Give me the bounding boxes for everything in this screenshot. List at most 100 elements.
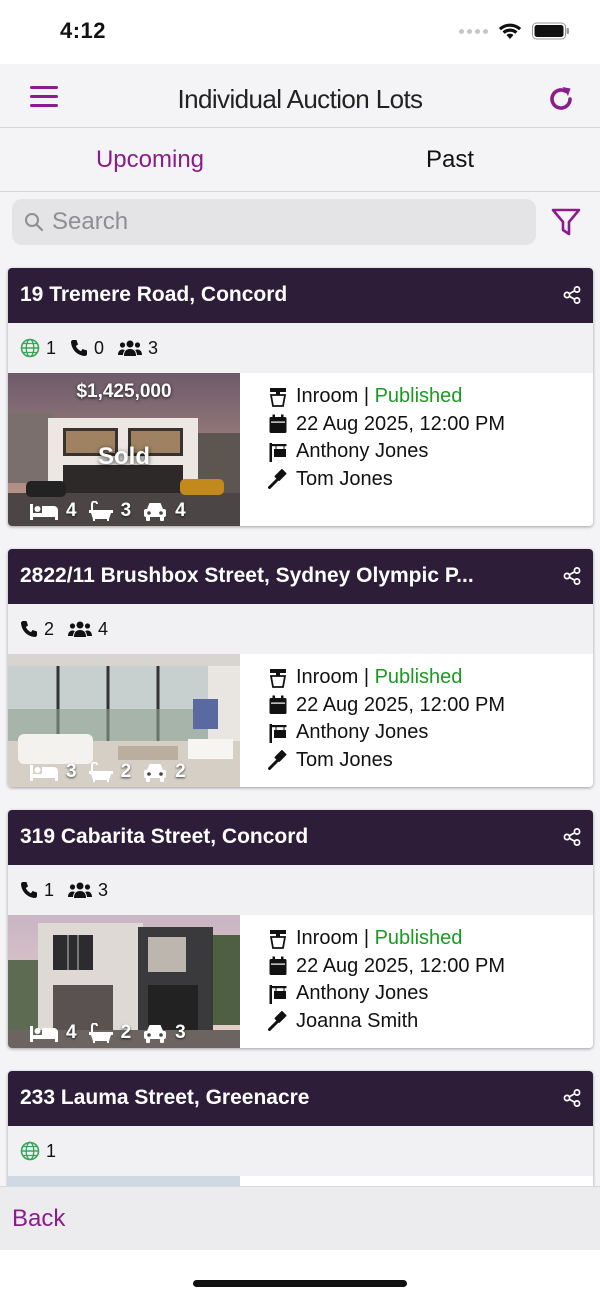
bed-count: 4 xyxy=(66,500,77,521)
back-button[interactable]: Back xyxy=(12,1205,65,1233)
property-features: 3 2 2 xyxy=(30,761,186,783)
phone-count: 2 xyxy=(44,618,55,639)
card-header: 233 Lauma Street, Greenacre xyxy=(8,1071,593,1126)
property-features: 4 3 4 xyxy=(30,500,186,522)
people-count: 4 xyxy=(98,618,109,639)
gavel-icon xyxy=(268,469,287,490)
people-stat: 4 xyxy=(68,619,108,640)
sign-icon xyxy=(269,723,287,743)
calendar-icon xyxy=(269,695,287,715)
bath-icon xyxy=(88,501,113,521)
phone-count: 0 xyxy=(94,337,105,358)
home-indicator[interactable] xyxy=(193,1280,407,1287)
property-photo[interactable]: 4 2 3 xyxy=(8,915,240,1048)
people-icon xyxy=(68,621,93,637)
agent-line: Anthony Jones xyxy=(268,980,593,1008)
share-icon[interactable] xyxy=(563,567,581,585)
property-photo[interactable]: $1,425,000 Sold 4 3 4 xyxy=(8,373,240,526)
sign-icon xyxy=(269,984,287,1004)
bath-count: 2 xyxy=(120,1022,132,1043)
lot-address: 19 Tremere Road, Concord xyxy=(20,283,288,306)
lot-details: Inroom | Published 22 Aug 2025, 12:00 PM… xyxy=(240,654,593,787)
separator: | xyxy=(363,666,370,688)
people-icon xyxy=(118,340,143,356)
auction-type-line: Inroom | Published xyxy=(268,664,593,692)
search-row xyxy=(0,192,600,254)
bed-icon xyxy=(30,765,58,781)
bed-icon xyxy=(30,504,58,520)
beds: 4 xyxy=(30,1022,77,1044)
share-icon[interactable] xyxy=(563,828,581,846)
card-header: 319 Cabarita Street, Concord xyxy=(8,810,593,865)
calendar-icon xyxy=(269,414,287,434)
lot-card[interactable]: 2822/11 Brushbox Street, Sydney Olympic … xyxy=(8,549,593,787)
auction-date-line: 22 Aug 2025, 12:00 PM xyxy=(268,692,593,720)
lot-stats: 1 0 3 xyxy=(8,323,593,373)
cars: 2 xyxy=(143,761,186,783)
lot-card[interactable]: 233 Lauma Street, Greenacre 1 xyxy=(8,1071,593,1186)
tab-upcoming[interactable]: Upcoming xyxy=(0,128,300,191)
signal-icon xyxy=(459,28,488,34)
lot-details: Inroom | Published 22 Aug 2025, 12:00 PM… xyxy=(240,915,593,1048)
car-count: 2 xyxy=(175,761,186,782)
property-features: 4 2 3 xyxy=(30,1022,186,1044)
filter-icon[interactable] xyxy=(550,207,582,237)
bed-count: 3 xyxy=(66,761,77,782)
card-body: $1,425,000 Sold 4 3 4 Inroom | Published… xyxy=(8,373,593,526)
agent-name: Anthony Jones xyxy=(296,721,429,743)
cars: 3 xyxy=(143,1022,186,1044)
share-icon[interactable] xyxy=(563,286,581,304)
gavel-icon xyxy=(268,750,287,771)
phone-stat: 0 xyxy=(70,338,104,359)
people-count: 3 xyxy=(98,879,109,900)
page-title: Individual Auction Lots xyxy=(177,84,424,114)
agent-name: Anthony Jones xyxy=(296,982,429,1004)
web-count: 1 xyxy=(46,1140,57,1161)
property-photo[interactable]: 3 2 2 xyxy=(8,654,240,787)
people-count: 3 xyxy=(148,337,159,358)
web-count: 1 xyxy=(46,337,57,358)
segmented-tabs: Upcoming Past xyxy=(0,128,600,192)
phone-icon xyxy=(21,882,37,898)
bath-icon xyxy=(88,1023,113,1043)
bath-icon xyxy=(88,762,113,782)
gavel-stand-icon xyxy=(269,668,287,688)
auction-type: Inroom xyxy=(296,385,359,407)
sign-icon xyxy=(269,442,287,462)
auction-type-line: Inroom | Published xyxy=(268,925,593,953)
nav-bar: Individual Auction Lots xyxy=(0,64,600,128)
baths: 3 xyxy=(88,500,131,522)
separator: | xyxy=(363,385,370,407)
auction-date-line: 22 Aug 2025, 12:00 PM xyxy=(268,411,593,439)
status-bar: 4:12 xyxy=(0,0,600,64)
status-icons xyxy=(459,22,570,40)
share-icon[interactable] xyxy=(563,1089,581,1107)
baths: 2 xyxy=(88,761,132,783)
people-stat: 3 xyxy=(68,880,108,901)
gavel-stand-icon xyxy=(269,929,287,949)
lot-card[interactable]: 19 Tremere Road, Concord 1 0 3 $1,425,00… xyxy=(8,268,593,526)
wifi-icon xyxy=(498,23,522,39)
search-input[interactable] xyxy=(52,199,522,245)
auction-type: Inroom xyxy=(296,666,359,688)
beds: 4 xyxy=(30,500,77,522)
auction-date: 22 Aug 2025, 12:00 PM xyxy=(296,693,506,716)
publish-status: Published xyxy=(374,666,463,688)
auctioneer-name: Tom Jones xyxy=(296,748,393,771)
auction-date: 22 Aug 2025, 12:00 PM xyxy=(296,412,506,435)
bath-count: 2 xyxy=(120,761,132,782)
lot-stats: 2 4 xyxy=(8,604,593,654)
phone-stat: 2 xyxy=(20,619,54,640)
tab-past[interactable]: Past xyxy=(300,128,600,191)
car-icon xyxy=(144,503,167,521)
phone-count: 1 xyxy=(44,879,55,900)
lots-list[interactable]: 19 Tremere Road, Concord 1 0 3 $1,425,00… xyxy=(0,254,600,1186)
gavel-stand-icon xyxy=(269,387,287,407)
web-stat: 1 xyxy=(20,1141,56,1162)
property-photo[interactable] xyxy=(8,1176,240,1186)
refresh-icon[interactable] xyxy=(546,84,576,114)
agent-line: Anthony Jones xyxy=(268,719,593,747)
lot-card[interactable]: 319 Cabarita Street, Concord 1 3 4 2 3 I… xyxy=(8,810,593,1048)
people-icon xyxy=(68,882,93,898)
auction-date: 22 Aug 2025, 12:00 PM xyxy=(296,954,506,977)
